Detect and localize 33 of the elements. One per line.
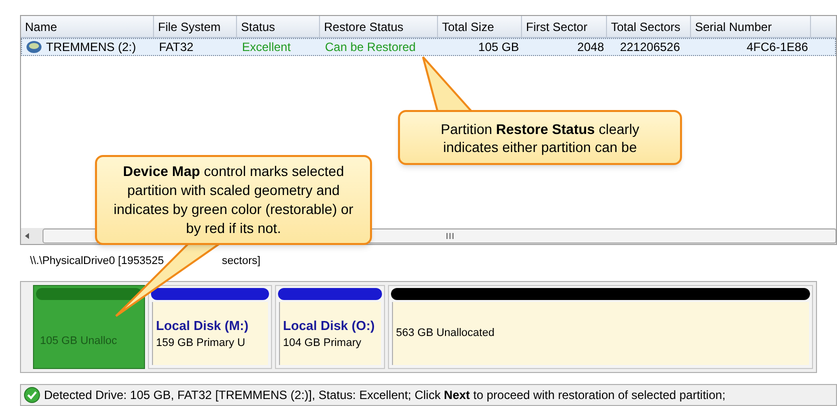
table-cell-text: 2048: [576, 39, 604, 56]
column-header[interactable]: First Sector: [522, 16, 607, 37]
table-cell-text: 105 GB: [477, 39, 519, 56]
table-cell-text: Excellent: [242, 39, 291, 56]
table-cell-text: Can be Restored: [325, 39, 416, 56]
drive-label: \\.\PhysicalDrive0 [1953525: [30, 254, 164, 269]
table-cell-text: 221206526: [618, 39, 682, 56]
column-header[interactable]: File System: [154, 16, 237, 37]
table-row[interactable]: TREMMENS (2:) FAT32 Excellent Can be Restored 105 GB 2048 221206526 4FC6-1E86: [21, 38, 836, 56]
column-header[interactable]: Status: [237, 16, 320, 37]
callout: Device Map control marks selected partition with scaled geometry and indicates by green color (restorable) or by red if its not.: [95, 155, 372, 245]
drive-label: sectors]: [222, 254, 260, 269]
partition-block[interactable]: 563 GB Unallocated: [388, 285, 813, 369]
column-header[interactable]: Total Size: [438, 16, 522, 37]
column-header[interactable]: Name: [21, 16, 154, 37]
partition-detail: 159 GB Primary U: [156, 336, 246, 351]
partition-detail: 104 GB Primary: [283, 336, 362, 351]
partition-title: Local Disk (O:): [283, 316, 376, 335]
table-cell-text: 4FC6-1E86: [746, 39, 808, 56]
disk-icon: [26, 40, 42, 54]
callout: Partition Restore Status clearly indicates either partition can be: [398, 110, 682, 165]
partition-detail: 105 GB Unalloc: [40, 334, 118, 350]
partition-block[interactable]: Local Disk (M:) 159 GB Primary U: [148, 285, 272, 369]
partition-title: Local Disk (M:): [156, 316, 250, 335]
column-header[interactable]: Restore Status: [320, 16, 438, 37]
check-icon: [24, 387, 40, 403]
partition-block[interactable]: Local Disk (O:) 104 GB Primary: [275, 285, 385, 369]
table-cell-text: TREMMENS (2:): [46, 39, 136, 56]
status-text: Detected Drive: 105 GB, FAT32 [TREMMENS (2:)], Status: Excellent; Click Next to proceed with restoration of selected partition;: [44, 387, 726, 404]
column-header[interactable]: Total Sectors: [607, 16, 691, 37]
partition-detail: 563 GB Unallocated: [396, 326, 496, 342]
table-cell-text: FAT32: [159, 39, 194, 56]
column-header[interactable]: Serial Number: [691, 16, 811, 37]
